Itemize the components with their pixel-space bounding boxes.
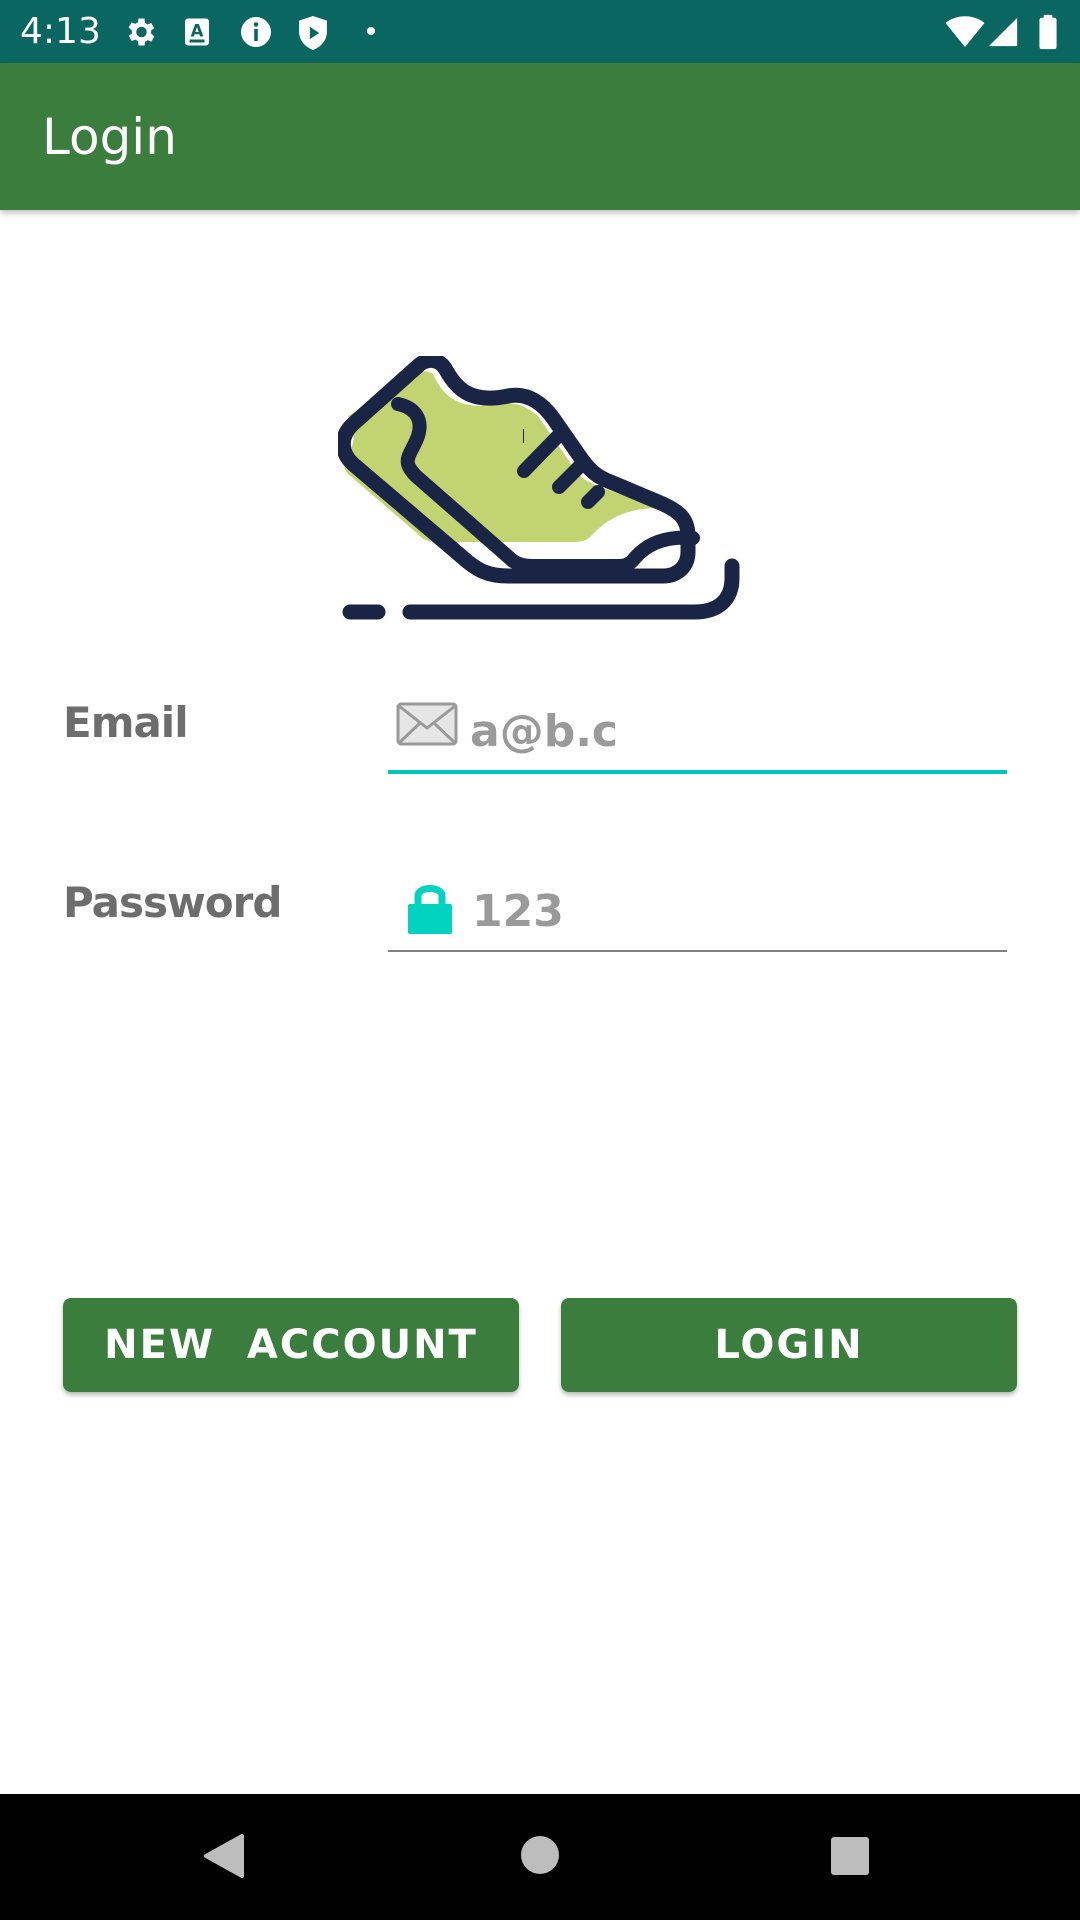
home-icon[interactable]: [519, 1834, 561, 1880]
navigation-bar: [0, 1794, 1080, 1920]
email-label: Email: [63, 698, 189, 747]
back-icon[interactable]: [202, 1832, 246, 1884]
translate-a-icon: A: [182, 14, 212, 50]
password-underline: [388, 950, 1007, 952]
dot-icon: [366, 26, 376, 62]
status-bar: 4:13 A: [0, 0, 1080, 63]
email-value: a@b.c: [470, 706, 618, 757]
status-time: 4:13: [20, 11, 101, 52]
lock-icon: [406, 880, 454, 940]
svg-text:A: A: [191, 22, 204, 41]
email-field[interactable]: a@b.c: [388, 700, 1007, 774]
cell-signal-icon: [986, 14, 1020, 50]
password-label: Password: [63, 878, 282, 927]
login-button[interactable]: LOGIN: [561, 1298, 1017, 1392]
battery-icon: [1038, 14, 1058, 50]
email-underline: [388, 770, 1007, 774]
info-icon: [238, 14, 274, 50]
sneaker-icon: [335, 353, 740, 624]
page-title: Login: [42, 108, 177, 166]
new-account-button[interactable]: NEW ACCOUNT: [63, 1298, 519, 1392]
app-bar: Login: [0, 63, 1080, 210]
shield-play-icon: [296, 14, 330, 50]
password-field[interactable]: 123: [388, 880, 1007, 952]
gear-icon: [122, 14, 158, 50]
wifi-icon: [944, 14, 986, 50]
password-value: 123: [472, 886, 564, 937]
envelope-icon: [396, 702, 458, 750]
recents-icon[interactable]: [830, 1836, 870, 1880]
login-screen: 4:13 A Login Email a@b.c Password 123 NE…: [0, 0, 1080, 1920]
